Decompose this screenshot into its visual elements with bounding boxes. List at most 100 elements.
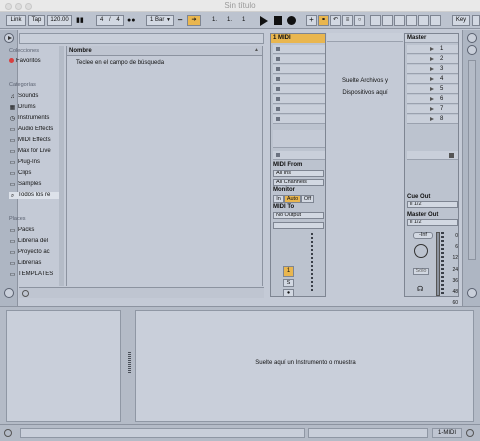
position-sixteenths[interactable]: 1 xyxy=(242,15,245,26)
overdub-button[interactable]: + xyxy=(306,15,317,26)
arrangement-view-icon[interactable] xyxy=(467,45,477,55)
scene-launch-2[interactable]: 2 xyxy=(407,55,458,64)
preview-toggle-icon[interactable] xyxy=(22,290,29,297)
track-title-bar[interactable]: 1 MIDI xyxy=(271,34,325,43)
mixer-toggle-icon[interactable] xyxy=(467,288,477,298)
track-activator-button[interactable]: 1 xyxy=(283,266,294,277)
scene-launch-4[interactable]: 4 xyxy=(407,75,458,84)
sidebar-item-clips[interactable]: ▭ Clips xyxy=(9,170,61,177)
clip-slot[interactable] xyxy=(273,95,325,104)
tempo-field[interactable]: 120.00 xyxy=(47,15,72,26)
grid-view-icon[interactable] xyxy=(4,288,14,298)
sidebar-item-templates[interactable]: ▭ TEMPLATES xyxy=(9,271,61,278)
midi-from-select[interactable]: All Ins xyxy=(273,170,324,177)
file-list-header[interactable]: Nombre ▲ xyxy=(67,46,262,56)
sidebar-item-label: Audio Effects xyxy=(18,126,54,132)
music-note-icon: ♫ xyxy=(10,94,15,100)
clip-slot[interactable] xyxy=(273,105,325,114)
midi-channel-select[interactable]: All Channels xyxy=(273,179,324,186)
key-map-button[interactable]: Key xyxy=(452,15,470,26)
sidebar-item-instruments[interactable]: ◷ Instruments xyxy=(9,115,61,122)
monitor-in-button[interactable]: In xyxy=(273,195,284,203)
loop-start-field[interactable] xyxy=(370,15,381,26)
metronome-icon[interactable]: ●● xyxy=(127,15,135,26)
vertical-scrollbar[interactable] xyxy=(468,60,476,260)
stop-all-clips-button[interactable] xyxy=(407,151,458,160)
headphones-icon[interactable]: ☊ xyxy=(417,285,423,293)
play-icon[interactable] xyxy=(260,16,268,26)
automation-arm-button[interactable]: ⚭ xyxy=(318,15,329,26)
clip-slot[interactable] xyxy=(273,115,325,124)
tap-tempo-button[interactable]: Tap xyxy=(28,15,45,26)
session-view-icon[interactable] xyxy=(467,33,477,43)
places-scrollbar[interactable] xyxy=(59,46,64,286)
sidebar-item-midi-effects[interactable]: ▭ MIDI Effects xyxy=(9,137,61,144)
position-bars[interactable]: 1. xyxy=(212,15,217,26)
follow-icon[interactable]: ━ xyxy=(178,15,182,26)
cue-out-select[interactable]: ii 1/2 xyxy=(407,201,458,208)
sidebar-item-user-library[interactable]: ▭ Librería del xyxy=(9,238,61,245)
sidebar-item-audio-effects[interactable]: ▭ Audio Effects xyxy=(9,126,61,133)
sidebar-item-drums[interactable]: ▦ Drums xyxy=(9,104,61,111)
clip-slot[interactable] xyxy=(273,85,325,94)
panel-resize-handle[interactable] xyxy=(128,352,131,374)
master-volume-fader[interactable] xyxy=(436,232,440,296)
empty-slot-area[interactable] xyxy=(273,130,325,148)
sidebar-item-current-project[interactable]: ▭ Proyecto ac xyxy=(9,249,61,256)
device-drop-area[interactable]: Suelte aquí un Instrumento o muestra xyxy=(135,310,474,422)
clip-slot[interactable] xyxy=(273,65,325,74)
cue-volume-field[interactable]: -Inf xyxy=(413,232,433,239)
status-icon[interactable] xyxy=(4,429,12,437)
drop-zone[interactable]: Suelte Archivos y Dispositivos aquí xyxy=(327,33,403,297)
detail-toggle-icon[interactable] xyxy=(466,429,474,437)
record-icon[interactable] xyxy=(287,16,296,25)
midi-to-channel-select[interactable] xyxy=(273,222,324,229)
selected-track-label[interactable]: 1-MIDI xyxy=(432,428,462,438)
position-beats[interactable]: 1. xyxy=(227,15,232,26)
scene-launch-1[interactable]: 1 xyxy=(407,45,458,54)
scene-launch-8[interactable]: 8 xyxy=(407,115,458,124)
master-out-label: Master Out xyxy=(407,212,439,218)
sidebar-item-favorites[interactable]: Favoritos xyxy=(9,58,61,64)
sidebar-item-plug-ins[interactable]: ▭ Plug-Ins xyxy=(9,159,61,166)
midi-to-select[interactable]: No Output xyxy=(273,212,324,219)
monitor-off-button[interactable]: Off xyxy=(301,195,314,203)
master-solo-button[interactable]: Solo xyxy=(413,268,429,275)
clip-slot[interactable] xyxy=(273,75,325,84)
scene-launch-6[interactable]: 6 xyxy=(407,95,458,104)
loop-length-field[interactable] xyxy=(394,15,405,26)
scene-launch-5[interactable]: 5 xyxy=(407,85,458,94)
sidebar-item-sounds[interactable]: ♫ Sounds xyxy=(9,93,61,100)
arrangement-position-button[interactable]: ➔ xyxy=(187,15,201,26)
pan-knob[interactable] xyxy=(414,244,428,258)
stop-icon[interactable] xyxy=(274,16,282,25)
loop-switch-button[interactable] xyxy=(382,15,393,26)
re-enable-automation-button[interactable]: ↶ xyxy=(330,15,341,26)
scene-launch-7[interactable]: 7 xyxy=(407,105,458,114)
punch-out-button[interactable] xyxy=(418,15,429,26)
sidebar-item-max-for-live[interactable]: ▭ Max for Live xyxy=(9,148,61,155)
arm-record-button[interactable]: ● xyxy=(283,289,294,297)
scene-launch-3[interactable]: 3 xyxy=(407,65,458,74)
sidebar-item-all-results[interactable]: ⌕ Todos los re xyxy=(9,192,61,199)
capture-midi-button[interactable]: ≡ xyxy=(342,15,353,26)
sidebar-item-packs[interactable]: ▭ Packs xyxy=(9,227,61,234)
punch-in-button[interactable] xyxy=(406,15,417,26)
monitor-auto-button[interactable]: Auto xyxy=(284,195,301,203)
stop-all-clips-slot[interactable] xyxy=(273,151,325,160)
midi-map-button[interactable] xyxy=(472,15,480,26)
link-button[interactable]: Link xyxy=(6,15,26,26)
browser-toggle-button[interactable] xyxy=(4,33,14,43)
solo-button[interactable]: S xyxy=(283,279,294,287)
master-title-bar[interactable]: Master xyxy=(405,34,458,43)
master-out-select[interactable]: ii 1/2 xyxy=(407,219,458,226)
clip-slot[interactable] xyxy=(273,55,325,64)
quantization-select[interactable]: 1 Bar ▼ xyxy=(146,15,174,26)
session-record-button[interactable]: ○ xyxy=(354,15,365,26)
sidebar-item-samples[interactable]: ▭ Samples xyxy=(9,181,61,188)
draw-mode-button[interactable] xyxy=(430,15,441,26)
clip-slot[interactable] xyxy=(273,45,325,54)
browser-search-input[interactable] xyxy=(19,33,264,44)
sidebar-item-libraries[interactable]: ▭ Librerías xyxy=(9,260,61,267)
time-signature-field[interactable]: 4 / 4 xyxy=(96,15,124,26)
